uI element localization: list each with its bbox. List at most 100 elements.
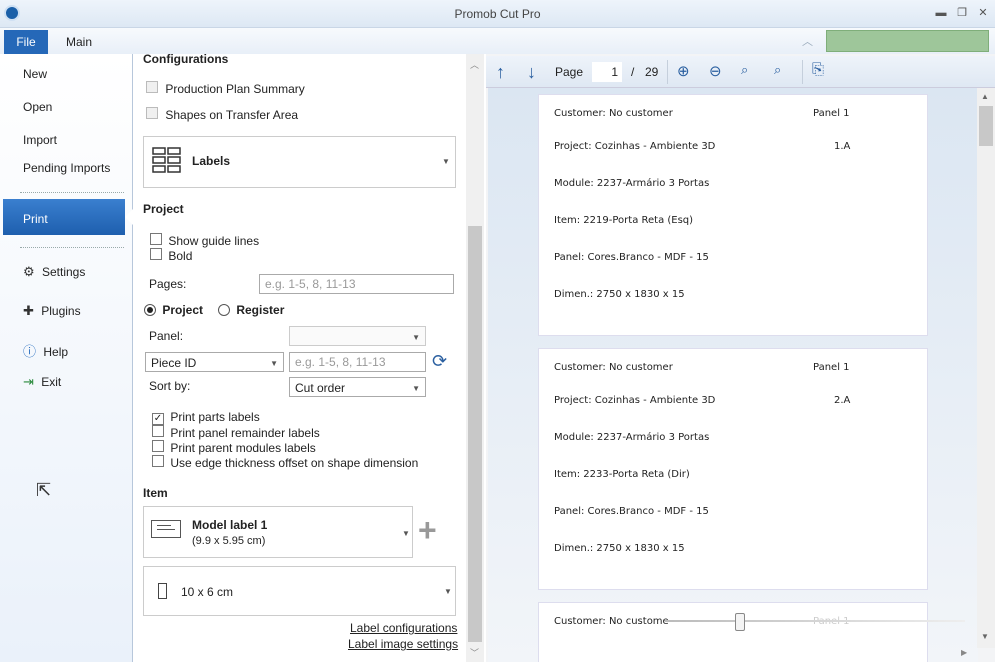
paper-size-value: 10 x 6 cm [181, 585, 234, 599]
close-icon[interactable]: ✕ [976, 6, 990, 20]
checkbox[interactable] [146, 107, 158, 119]
shapes-transfer-area-option[interactable]: Shapes on Transfer Area [146, 107, 298, 122]
checkbox-checked[interactable]: ✓ [152, 413, 164, 425]
page-total: 29 [645, 65, 659, 79]
exit-icon: ⇥ [23, 374, 34, 389]
minimize-icon[interactable]: ▬ [934, 6, 948, 20]
panel-scroll-thumb[interactable] [468, 226, 482, 642]
label-customer: Customer: No custome [554, 616, 669, 627]
checkbox[interactable] [152, 440, 164, 452]
radio-label: Register [236, 303, 285, 317]
layout-select[interactable] [143, 136, 456, 188]
chevron-down-icon: ▼ [412, 333, 420, 342]
print-panel-remainder-option[interactable]: Print panel remainder labels [152, 425, 320, 440]
zoom-out-icon[interactable]: ⊖ [709, 62, 722, 80]
page-separator: / [631, 65, 635, 79]
piece-id-input[interactable]: e.g. 1-5, 8, 11-13 [289, 352, 426, 372]
label-page [538, 602, 928, 662]
radio-register[interactable]: Register [218, 303, 284, 317]
sort-by-select[interactable]: Cut order ▼ [289, 377, 426, 397]
edge-thickness-option[interactable]: Use edge thickness offset on shape dimen… [152, 455, 418, 470]
sidebar-item-label: Help [43, 345, 69, 359]
scroll-up-icon[interactable]: ▲ [981, 92, 989, 101]
preview-scrollbar[interactable] [977, 88, 995, 648]
help-icon: ⓘ [23, 344, 37, 359]
production-plan-summary-option[interactable]: Production Plan Summary [146, 81, 305, 96]
sidebar-item-settings[interactable]: ⚙ Settings [23, 264, 85, 280]
maximize-icon[interactable]: ❐ [955, 6, 969, 20]
print-parts-labels-option[interactable]: ✓ Print parts labels [152, 410, 260, 425]
scroll-down-icon[interactable]: ▼ [981, 632, 989, 641]
status-indicator [826, 30, 989, 52]
label-dimen: Dimen.: 2750 x 1830 x 15 [554, 289, 685, 300]
checkbox[interactable] [150, 233, 162, 245]
label-configurations-link[interactable]: Label configurations [350, 621, 457, 635]
label-panel: Panel 1 [813, 108, 850, 119]
preview-scroll-thumb[interactable] [979, 106, 993, 146]
active-indicator [125, 209, 133, 225]
sidebar-item-open[interactable]: Open [23, 100, 52, 114]
label-module: Module: 2237-Armário 3 Portas [554, 432, 710, 443]
label-panel-desc: Panel: Cores.Branco - MDF - 15 [554, 506, 709, 517]
zoom-slider-thumb[interactable] [735, 613, 745, 631]
sidebar-item-pending-imports[interactable]: Pending Imports [23, 161, 110, 175]
label-image-settings-link[interactable]: Label image settings [348, 637, 458, 651]
option-label: Shapes on Transfer Area [165, 108, 299, 122]
toolbar-separator [667, 60, 668, 84]
sidebar-item-import[interactable]: Import [23, 133, 57, 147]
project-heading: Project [143, 202, 184, 216]
export-icon[interactable]: ⎘ [812, 61, 824, 78]
chevron-down-icon: ▼ [444, 587, 452, 596]
scroll-right-icon[interactable]: ▶ [961, 648, 967, 657]
sidebar-item-new[interactable]: New [23, 67, 47, 81]
sidebar-item-plugins[interactable]: ✚ Plugins [23, 303, 81, 319]
checkbox[interactable] [150, 248, 162, 260]
label-item: Item: 2233-Porta Reta (Dir) [554, 469, 690, 480]
option-label: Use edge thickness offset on shape dimen… [170, 456, 419, 470]
model-label-select[interactable] [143, 506, 413, 558]
radio-project[interactable]: Project [144, 303, 203, 317]
item-heading: Item [143, 486, 168, 500]
print-parent-modules-option[interactable]: Print parent modules labels [152, 440, 316, 455]
arrow-down-icon[interactable]: ↓ [527, 62, 536, 83]
pages-input[interactable]: e.g. 1-5, 8, 11-13 [259, 274, 454, 294]
bold-option[interactable]: Bold [150, 248, 192, 263]
label-customer: Customer: No customer [554, 362, 673, 373]
sidebar-item-label: Print [23, 212, 48, 226]
piece-id-select[interactable]: Piece ID ▼ [145, 352, 284, 372]
model-name: Model label 1 [192, 518, 268, 532]
collapse-ribbon-icon[interactable]: ︿ [802, 33, 813, 49]
checkbox[interactable] [146, 81, 158, 93]
label-customer: Customer: No customer [554, 108, 673, 119]
option-label: Show guide lines [168, 234, 260, 248]
label-item: Item: 2219-Porta Reta (Esq) [554, 215, 694, 226]
sidebar-item-print[interactable]: Print [3, 199, 125, 235]
zoom-in-icon[interactable]: ⊕ [677, 62, 690, 80]
paper-roll-icon [158, 583, 167, 599]
checkbox[interactable] [152, 455, 164, 467]
sidebar-item-label: Plugins [41, 304, 81, 318]
scroll-up-icon[interactable]: ︿ [470, 58, 479, 71]
checkbox[interactable] [152, 425, 164, 437]
sidebar-item-exit[interactable]: ⇥ Exit [23, 374, 61, 390]
scroll-down-icon[interactable]: ﹀ [470, 646, 479, 659]
sidebar-item-label: Exit [41, 375, 62, 389]
chevron-down-icon: ▼ [270, 359, 278, 368]
label-code: 1.A [834, 141, 851, 152]
show-guide-lines-option[interactable]: Show guide lines [150, 233, 259, 248]
sidebar-item-help[interactable]: ⓘ Help [23, 341, 68, 360]
main-tab[interactable]: Main [66, 35, 92, 49]
option-label: Print parts labels [170, 410, 260, 424]
zoom-slider-track[interactable] [665, 620, 965, 622]
page-number-input[interactable]: 1 [592, 62, 622, 82]
zoom-fit-icon[interactable]: ⌕ [774, 62, 781, 78]
labels-grid-icon [152, 146, 182, 176]
add-model-button[interactable]: + [418, 514, 437, 546]
file-tab[interactable]: File [4, 30, 48, 54]
arrow-up-icon[interactable]: ↑ [496, 62, 505, 83]
mouse-cursor-icon: ⇱ [36, 480, 52, 500]
radio-unselected-icon [218, 304, 230, 316]
zoom-actual-size-icon[interactable]: ⌕ [741, 62, 748, 78]
panel-select[interactable]: ▼ [289, 326, 426, 346]
refresh-icon[interactable]: ⟳ [432, 351, 447, 372]
